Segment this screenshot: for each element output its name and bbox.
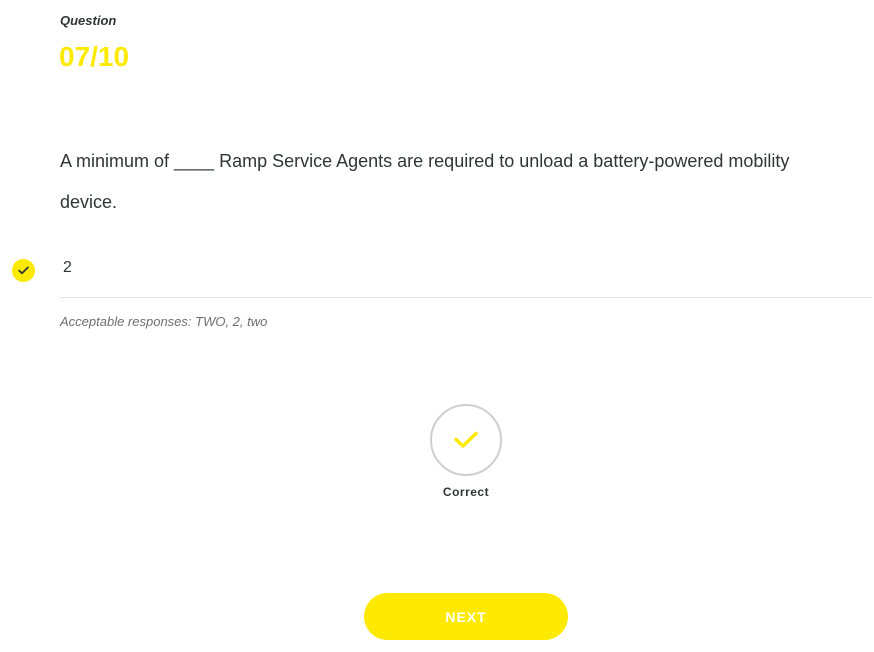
question-label: Question: [60, 13, 117, 28]
answer-row: 2: [0, 248, 874, 298]
result-label: Correct: [442, 485, 490, 499]
next-button[interactable]: NEXT: [364, 593, 568, 640]
answer-correct-check-icon: [12, 259, 35, 282]
answer-value: 2: [63, 259, 72, 276]
answer-divider: [60, 297, 872, 298]
question-number: 07/10: [59, 41, 130, 72]
result-check-icon: [430, 404, 502, 476]
question-text: A minimum of ____ Ramp Service Agents ar…: [60, 151, 790, 212]
acceptable-responses: Acceptable responses: TWO, 2, two: [60, 314, 268, 329]
